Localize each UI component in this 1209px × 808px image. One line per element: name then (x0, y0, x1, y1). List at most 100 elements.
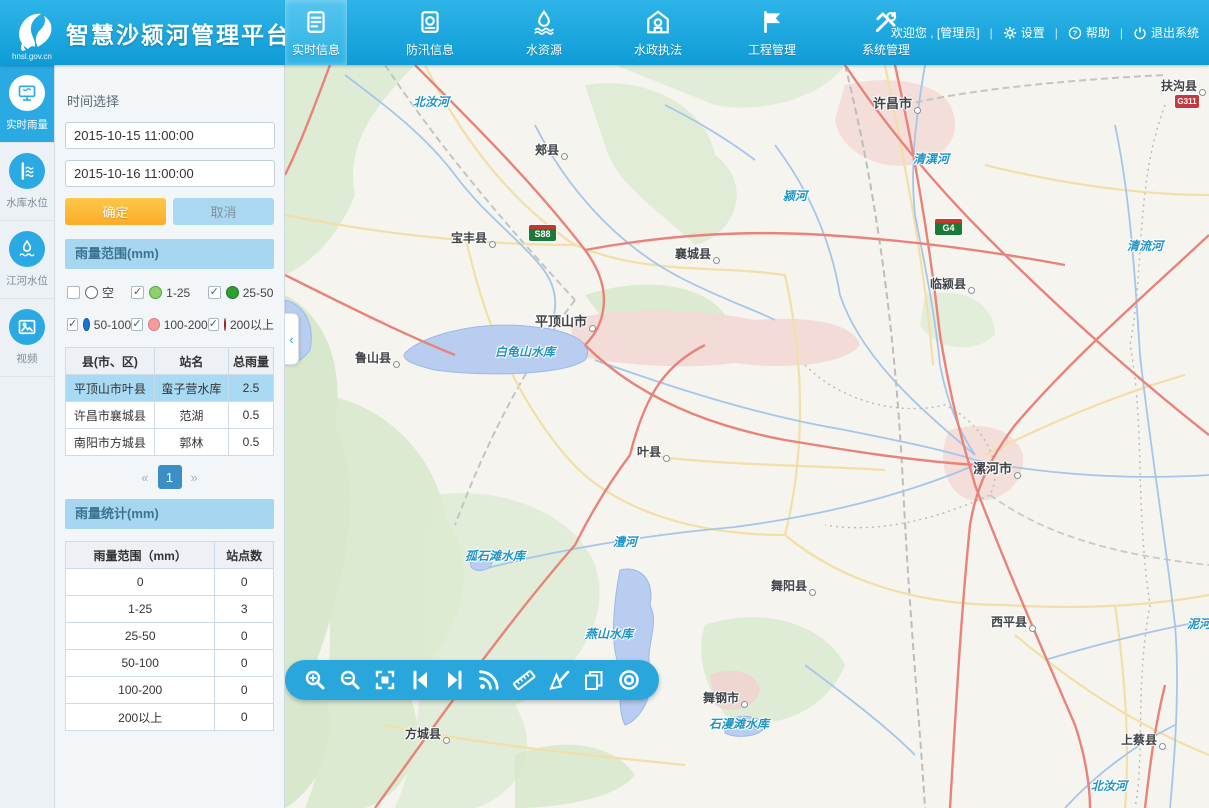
full-extent-button[interactable] (371, 666, 399, 694)
legend-color-dot (226, 286, 239, 299)
nav-tab-realtime-info[interactable]: 实时信息 (285, 0, 347, 65)
circle-select-button[interactable] (615, 666, 643, 694)
column-header: 总雨量 (228, 348, 273, 375)
water-law-icon (645, 7, 671, 37)
draw-button[interactable] (545, 666, 573, 694)
sidebar-item-label: 视频 (17, 350, 38, 365)
legend-color-dot (148, 318, 160, 331)
map-place-label: 许昌市 (873, 93, 921, 114)
sidebar-item-river-level[interactable]: 江河水位 (0, 221, 54, 299)
checkbox[interactable] (208, 286, 221, 299)
table-row: 25-500 (66, 623, 274, 650)
table-cell: 许昌市襄城县 (66, 402, 155, 429)
circle-select-icon (617, 668, 641, 692)
table-row[interactable]: 平顶山市叶县蛮子营水库2.5 (66, 375, 274, 402)
table-cell: 2.5 (228, 375, 273, 402)
rain-range-option[interactable]: 100-200 (131, 316, 208, 333)
table-row: 100-2000 (66, 677, 274, 704)
top-header: hnsl.gov.cn 智慧沙颍河管理平台 实时信息 防汛信息 水资源 水政执法… (0, 0, 1209, 65)
broadcast-button[interactable] (475, 666, 503, 694)
table-row[interactable]: 许昌市襄城县范湖0.5 (66, 402, 274, 429)
station-table-body: 平顶山市叶县蛮子营水库2.5许昌市襄城县范湖0.5南阳市方城县郭林0.5 (66, 375, 274, 456)
table-cell: 0 (215, 623, 274, 650)
panel-collapse-toggle[interactable]: ‹ (285, 313, 299, 365)
rain-range-option[interactable]: 25-50 (208, 284, 274, 301)
table-row: 00 (66, 569, 274, 596)
map-water-label: 澧河 (613, 533, 637, 550)
table-row: 50-1000 (66, 650, 274, 677)
map-place-label: 方城县 (405, 725, 450, 744)
zoom-out-button[interactable] (336, 666, 364, 694)
reservoir-level-icon (9, 153, 45, 189)
map-place-label: 扶沟县 (1161, 77, 1206, 96)
next-page-button[interactable]: » (188, 470, 201, 485)
map-place-label: 宝丰县 (451, 229, 496, 248)
map-place-label: 上蔡县 (1121, 731, 1166, 750)
checkbox[interactable] (131, 318, 143, 331)
sidebar-item-reservoir-level[interactable]: 水库水位 (0, 143, 54, 221)
rain-range-option[interactable]: 1-25 (131, 284, 208, 301)
previous-view-button[interactable] (406, 666, 434, 694)
map-water-label: 孤石滩水库 (465, 547, 525, 564)
user-area: 欢迎您 , [管理员] | 设置 | ? 帮助 | 退出系统 (891, 0, 1199, 65)
map-place-label: 平顶山市 (535, 311, 596, 332)
sidebar-item-video[interactable]: 视频 (0, 299, 54, 377)
cancel-button[interactable]: 取消 (173, 198, 274, 225)
logo-area: hnsl.gov.cn 智慧沙颍河管理平台 (0, 0, 285, 65)
map-water-label: 白龟山水库 (495, 343, 555, 360)
river-level-icon (9, 231, 45, 267)
table-cell: 100-200 (66, 677, 215, 704)
checkbox[interactable] (67, 286, 80, 299)
rain-range-label: 50-100 (94, 318, 131, 332)
sidebar-item-realtime-rain[interactable]: 实时雨量 (0, 65, 54, 143)
broadcast-icon (477, 668, 501, 692)
page-title: 智慧沙颍河管理平台 (66, 16, 291, 50)
help-button[interactable]: ? 帮助 (1068, 24, 1110, 41)
map-water-label: 清流河 (1127, 237, 1163, 254)
confirm-button[interactable]: 确定 (65, 198, 166, 225)
checkbox[interactable] (67, 318, 78, 331)
page-number-button[interactable]: 1 (158, 465, 182, 489)
nav-tab-label: 水政执法 (634, 41, 682, 58)
end-datetime-input[interactable] (65, 160, 275, 187)
checkbox[interactable] (208, 318, 219, 331)
rain-range-option[interactable]: 空 (67, 284, 131, 301)
layers-button[interactable] (580, 666, 608, 694)
prev-page-button[interactable]: « (138, 470, 151, 485)
map-water-label: 泥河 (1187, 615, 1209, 632)
table-cell: 0.5 (228, 429, 273, 456)
map-water-label: 北汝河 (1091, 777, 1127, 794)
map-place-label: 临颍县 (930, 275, 975, 294)
start-datetime-input[interactable] (65, 122, 275, 149)
logout-button[interactable]: 退出系统 (1133, 24, 1199, 41)
column-header: 站点数 (215, 542, 274, 569)
station-table: 县(市、区)站名总雨量 平顶山市叶县蛮子营水库2.5许昌市襄城县范湖0.5南阳市… (65, 347, 274, 456)
table-cell: 0 (215, 569, 274, 596)
nav-tab-flood-info[interactable]: 防汛信息 (399, 0, 461, 65)
nav-tab-water-law[interactable]: 水政执法 (627, 0, 689, 65)
table-cell: 0 (66, 569, 215, 596)
header-nav: 实时信息 防汛信息 水资源 水政执法 工程管理 系统管理 (285, 0, 969, 65)
table-row: 1-253 (66, 596, 274, 623)
layers-icon (582, 668, 606, 692)
nav-tab-project-mgmt[interactable]: 工程管理 (741, 0, 803, 65)
rain-range-label: 25-50 (243, 286, 274, 300)
table-cell: 0 (215, 704, 274, 731)
rain-range-option[interactable]: 50-100 (67, 316, 131, 333)
rain-range-label: 空 (102, 284, 114, 301)
checkbox[interactable] (131, 286, 144, 299)
road-shield-G4: G4 (935, 219, 962, 235)
video-icon (9, 309, 45, 345)
rain-range-options: 空 1-25 25-50 50-100 100-200 (67, 284, 274, 333)
measure-button[interactable] (510, 666, 538, 694)
rain-range-option[interactable]: 200以上 (208, 316, 274, 333)
separator: | (1055, 26, 1058, 40)
map-water-label: 燕山水库 (585, 625, 633, 642)
zoom-in-button[interactable] (301, 666, 329, 694)
next-view-button[interactable] (441, 666, 469, 694)
previous-view-icon (408, 668, 432, 692)
draw-icon (547, 668, 571, 692)
table-row[interactable]: 南阳市方城县郭林0.5 (66, 429, 274, 456)
nav-tab-water-resource[interactable]: 水资源 (513, 0, 575, 65)
settings-button[interactable]: 设置 (1003, 24, 1045, 41)
